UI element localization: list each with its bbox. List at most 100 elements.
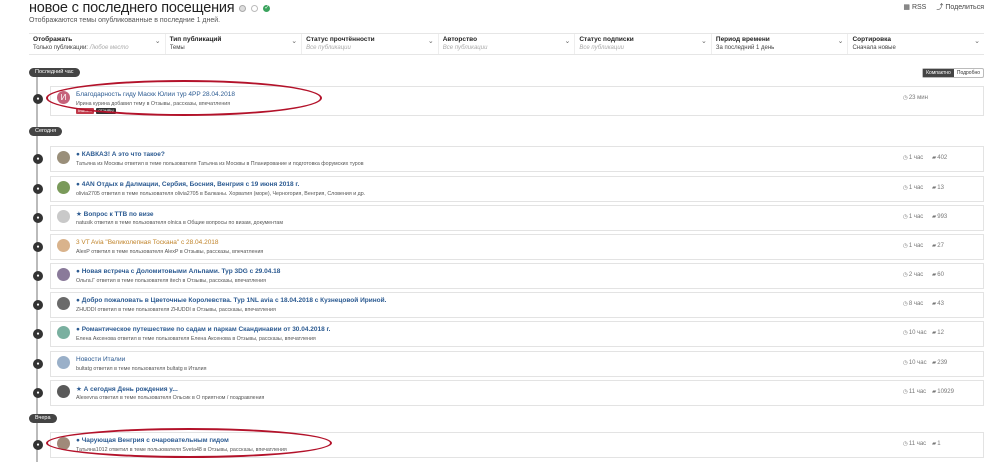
chevron-down-icon: ⌄	[701, 38, 707, 45]
list-item[interactable]: ● 3 VT Avia "Великолепная Тоскана" с 28.…	[33, 234, 984, 260]
clock-icon: ◷	[903, 330, 908, 336]
avatar[interactable]	[57, 239, 70, 252]
rss-icon: ▦	[903, 4, 910, 11]
comment-icon: ●	[33, 94, 43, 104]
topic-time: ◷10 час	[903, 360, 927, 366]
avatar[interactable]	[57, 437, 70, 450]
top-links: ▦ RSS ⤴ Поделиться	[903, 2, 984, 12]
list-item[interactable]: ● Новости Италии bultatg ответил в теме …	[33, 351, 984, 377]
topic-time: ◷1 час	[903, 185, 924, 191]
topic-time: ◷2 час	[903, 272, 924, 278]
share-link[interactable]: ⤴ Поделиться	[936, 2, 984, 12]
filter-bar: Отображать Только публикации: Любое мест…	[29, 33, 984, 55]
topic-title[interactable]: 3 VT Avia "Великолепная Тоскана" с 28.04…	[76, 239, 219, 246]
list-item[interactable]: ● ● КАВКАЗ! А это что такое? Татьяна из …	[33, 146, 984, 172]
comment-icon: ●	[33, 271, 43, 281]
list-item[interactable]: ● ★ Вопрос к ТТВ по визе natusik ответил…	[33, 205, 984, 231]
avatar[interactable]	[57, 151, 70, 164]
avatar[interactable]	[57, 181, 70, 194]
view-compact-button[interactable]: Компактно	[923, 69, 954, 77]
list-item[interactable]: ● ● Чарующая Венгрия с очаровательным ги…	[33, 432, 984, 458]
list-item[interactable]: ● ★ А сегодня День рождения у... Alexevn…	[33, 380, 984, 406]
topic-time: ◷1 час	[903, 214, 924, 220]
comment-icon: ●	[33, 184, 43, 194]
section-yesterday: Вчера	[29, 414, 57, 423]
clock-icon: ◷	[903, 155, 908, 161]
comment-count-icon: ▰	[932, 243, 937, 249]
avatar[interactable]	[57, 356, 70, 369]
topic-time: ◷11 час	[903, 441, 927, 447]
comment-count-icon: ▰	[932, 155, 937, 161]
reply-count: ▰12	[932, 330, 944, 336]
clock-icon: ◷	[903, 441, 908, 447]
avatar[interactable]	[57, 326, 70, 339]
reply-count: ▰402	[932, 155, 948, 161]
list-item[interactable]: ● ● Романтическое путешествие по садам и…	[33, 321, 984, 347]
topic-title[interactable]: Новости Италии	[76, 356, 125, 363]
topic-meta: bultatg ответил в теме пользователя bult…	[76, 366, 207, 372]
reply-count: ▰27	[932, 243, 944, 249]
comment-icon: ●	[33, 329, 43, 339]
filter-sort[interactable]: Сортировка Сначала новые ⌄	[848, 34, 984, 54]
view-toggle[interactable]: Компактно Подробно	[922, 68, 984, 78]
comment-count-icon: ▰	[932, 301, 937, 307]
reply-count: ▰13	[932, 185, 944, 191]
topic-title[interactable]: ● Романтическое путешествие по садам и п…	[76, 326, 330, 333]
comment-count-icon: ▰	[932, 441, 937, 447]
page-title: новое с последнего посещения	[29, 0, 235, 16]
topic-title[interactable]: ★ Вопрос к ТТВ по визе	[76, 210, 153, 218]
topic-title[interactable]: ★ А сегодня День рождения у...	[76, 385, 178, 393]
comment-count-icon: ▰	[932, 214, 937, 220]
filter-type[interactable]: Тип публикаций Темы ⌄	[166, 34, 303, 54]
topic-time: ◷1 час	[903, 155, 924, 161]
filter-period[interactable]: Период времени За последний 1 день ⌄	[712, 34, 849, 54]
reply-count: ▰43	[932, 301, 944, 307]
check-icon[interactable]: ✓	[263, 5, 271, 12]
list-item[interactable]: ● И Благодарность гиду Маскк Юлии тур 4P…	[33, 86, 984, 116]
tag-list: Маск... отзывы	[76, 108, 116, 114]
settings-icon[interactable]	[251, 5, 259, 12]
topic-meta: ZHUDDI ответил в теме пользователя ZHUDD…	[76, 307, 276, 313]
list-item[interactable]: ● ● 4AN Отдых в Далмации, Сербия, Босния…	[33, 176, 984, 202]
info-icon[interactable]	[239, 5, 247, 12]
filter-read-status[interactable]: Статус прочтённости Все публикации ⌄	[302, 34, 439, 54]
topic-title[interactable]: ● Чарующая Венгрия с очаровательным гидо…	[76, 437, 229, 444]
topic-title[interactable]: ● Добро пожаловать в Цветочные Королевст…	[76, 297, 386, 304]
reply-count: ▰239	[932, 360, 948, 366]
filter-subscription[interactable]: Статус подписки Все публикации ⌄	[575, 34, 712, 54]
avatar[interactable]: И	[57, 91, 70, 104]
comment-count-icon: ▰	[932, 185, 937, 191]
clock-icon: ◷	[903, 272, 908, 278]
tag[interactable]: Маск...	[76, 108, 95, 114]
reply-count: ▰1	[932, 441, 941, 447]
topic-title[interactable]: ● Новая встреча с Доломитовыми Альпами. …	[76, 268, 280, 275]
clock-icon: ◷	[903, 214, 908, 220]
list-item[interactable]: ● ● Новая встреча с Доломитовыми Альпами…	[33, 263, 984, 289]
filter-author[interactable]: Авторство Все публикации ⌄	[439, 34, 576, 54]
rss-link[interactable]: ▦ RSS	[903, 2, 926, 12]
topic-title[interactable]: ● 4AN Отдых в Далмации, Сербия, Босния, …	[76, 181, 299, 188]
share-icon: ⤴	[936, 4, 944, 11]
topic-meta: Alexevna ответил в теме пользователя Оль…	[76, 395, 265, 401]
page-header: новое с последнего посещения ✓ Отображаю…	[29, 0, 979, 30]
avatar[interactable]	[57, 268, 70, 281]
avatar[interactable]	[57, 210, 70, 223]
reply-count: ▰993	[932, 214, 948, 220]
chevron-down-icon: ⌄	[427, 38, 434, 45]
comment-count-icon: ▰	[932, 272, 937, 278]
filter-show[interactable]: Отображать Только публикации: Любое мест…	[29, 34, 166, 54]
clock-icon: ◷	[903, 185, 908, 191]
clock-icon: ◷	[903, 95, 908, 101]
section-today: Сегодня	[29, 127, 63, 136]
avatar[interactable]	[57, 385, 70, 398]
comment-icon: ●	[33, 359, 43, 369]
topic-meta: Ольга.Г ответил в теме пользователя itec…	[76, 278, 267, 284]
comment-icon: ●	[33, 388, 43, 398]
topic-title[interactable]: ● КАВКАЗ! А это что такое?	[76, 151, 165, 158]
avatar[interactable]	[57, 297, 70, 310]
list-item[interactable]: ● ● Добро пожаловать в Цветочные Королев…	[33, 292, 984, 318]
tag[interactable]: отзывы	[96, 108, 116, 114]
view-expanded-button[interactable]: Подробно	[954, 69, 983, 77]
topic-title[interactable]: Благодарность гиду Маскк Юлии тур 4PP 28…	[76, 91, 235, 98]
chevron-down-icon: ⌄	[291, 38, 298, 45]
